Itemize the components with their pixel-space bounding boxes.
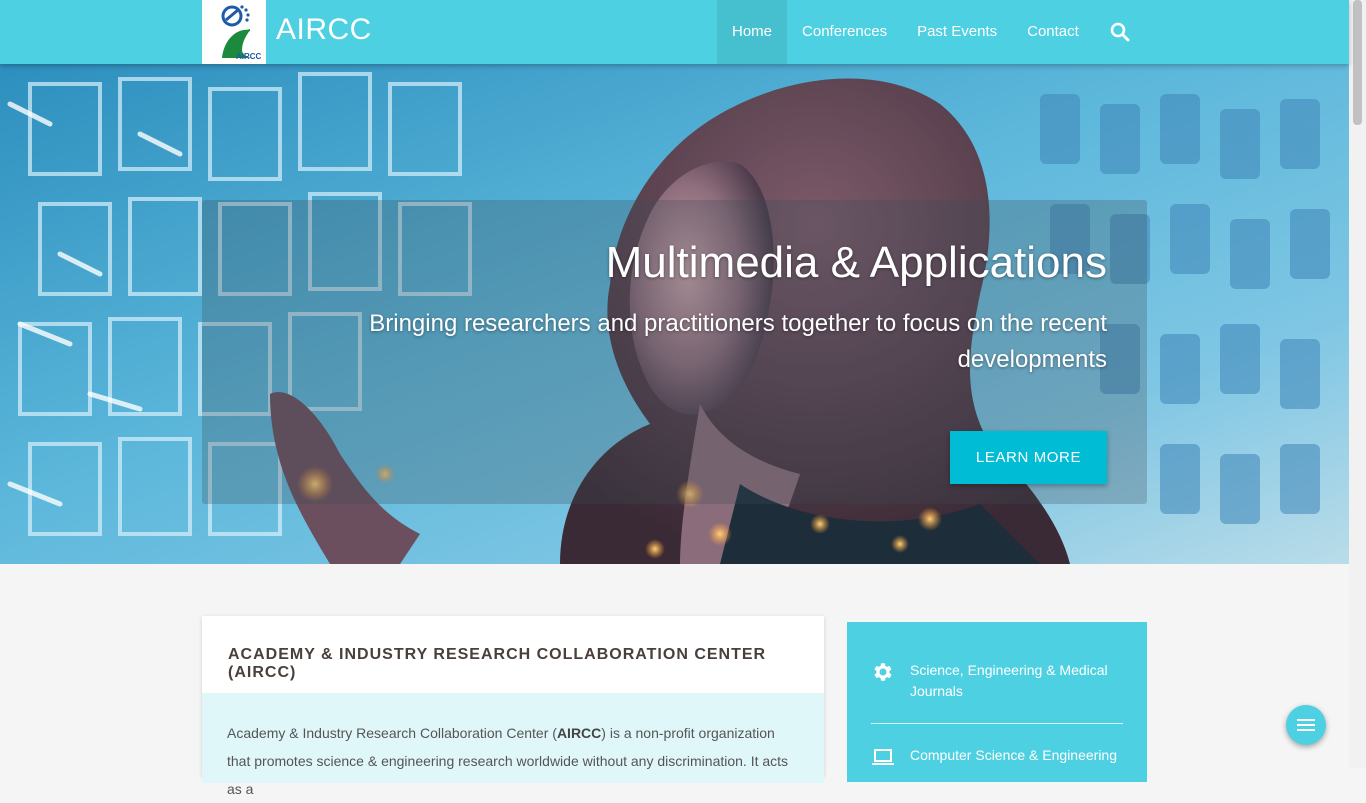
- aircc-logo[interactable]: AIRCC: [202, 0, 266, 64]
- about-text-start: Academy & Industry Research Collaboratio…: [227, 725, 557, 741]
- main-nav: Home Conferences Past Events Contact: [717, 0, 1094, 64]
- logo-icon: AIRCC: [221, 5, 262, 61]
- quick-links-card: Science, Engineering & Medical Journals …: [847, 622, 1147, 782]
- gear-icon: [871, 660, 895, 684]
- svg-text:AIRCC: AIRCC: [236, 52, 262, 61]
- about-text-aircc: AIRCC: [556, 725, 602, 741]
- top-navbar: AIRCC AIRCC Home Conferences Past Events…: [0, 0, 1349, 64]
- brand-title[interactable]: AIRCC: [276, 13, 372, 47]
- about-card: ACADEMY & INDUSTRY RESEARCH COLLABORATIO…: [202, 616, 824, 797]
- learn-more-button[interactable]: LEARN MORE: [950, 431, 1107, 484]
- nav-conferences[interactable]: Conferences: [787, 0, 902, 64]
- menu-fab-button[interactable]: [1286, 705, 1326, 745]
- nav-past-events[interactable]: Past Events: [902, 0, 1012, 64]
- nav-contact[interactable]: Contact: [1012, 0, 1094, 64]
- page-scrollbar[interactable]: [1349, 0, 1366, 768]
- menu-icon: [1297, 719, 1315, 731]
- laptop-icon: [871, 745, 895, 769]
- about-card-title: ACADEMY & INDUSTRY RESEARCH COLLABORATIO…: [228, 646, 767, 681]
- link-computer-science-label: Computer Science & Engineering: [910, 747, 1118, 763]
- search-icon[interactable]: [1108, 20, 1132, 44]
- divider: [871, 723, 1123, 724]
- nav-home[interactable]: Home: [717, 0, 788, 64]
- hero-title: Multimedia & Applications: [605, 238, 1107, 287]
- about-card-text: Academy & Industry Research Collaboratio…: [227, 719, 802, 803]
- link-journals-label: Science, Engineering & Medical Journals: [910, 662, 1108, 699]
- hero-slider: Multimedia & Applications Bringing resea…: [0, 64, 1349, 564]
- hero-subtitle: Bringing researchers and practitioners t…: [369, 310, 1107, 373]
- scrollbar-thumb[interactable]: [1353, 0, 1362, 125]
- about-card-body: Academy & Industry Research Collaboratio…: [202, 693, 824, 797]
- hero-caption-panel: Multimedia & Applications Bringing resea…: [202, 200, 1147, 504]
